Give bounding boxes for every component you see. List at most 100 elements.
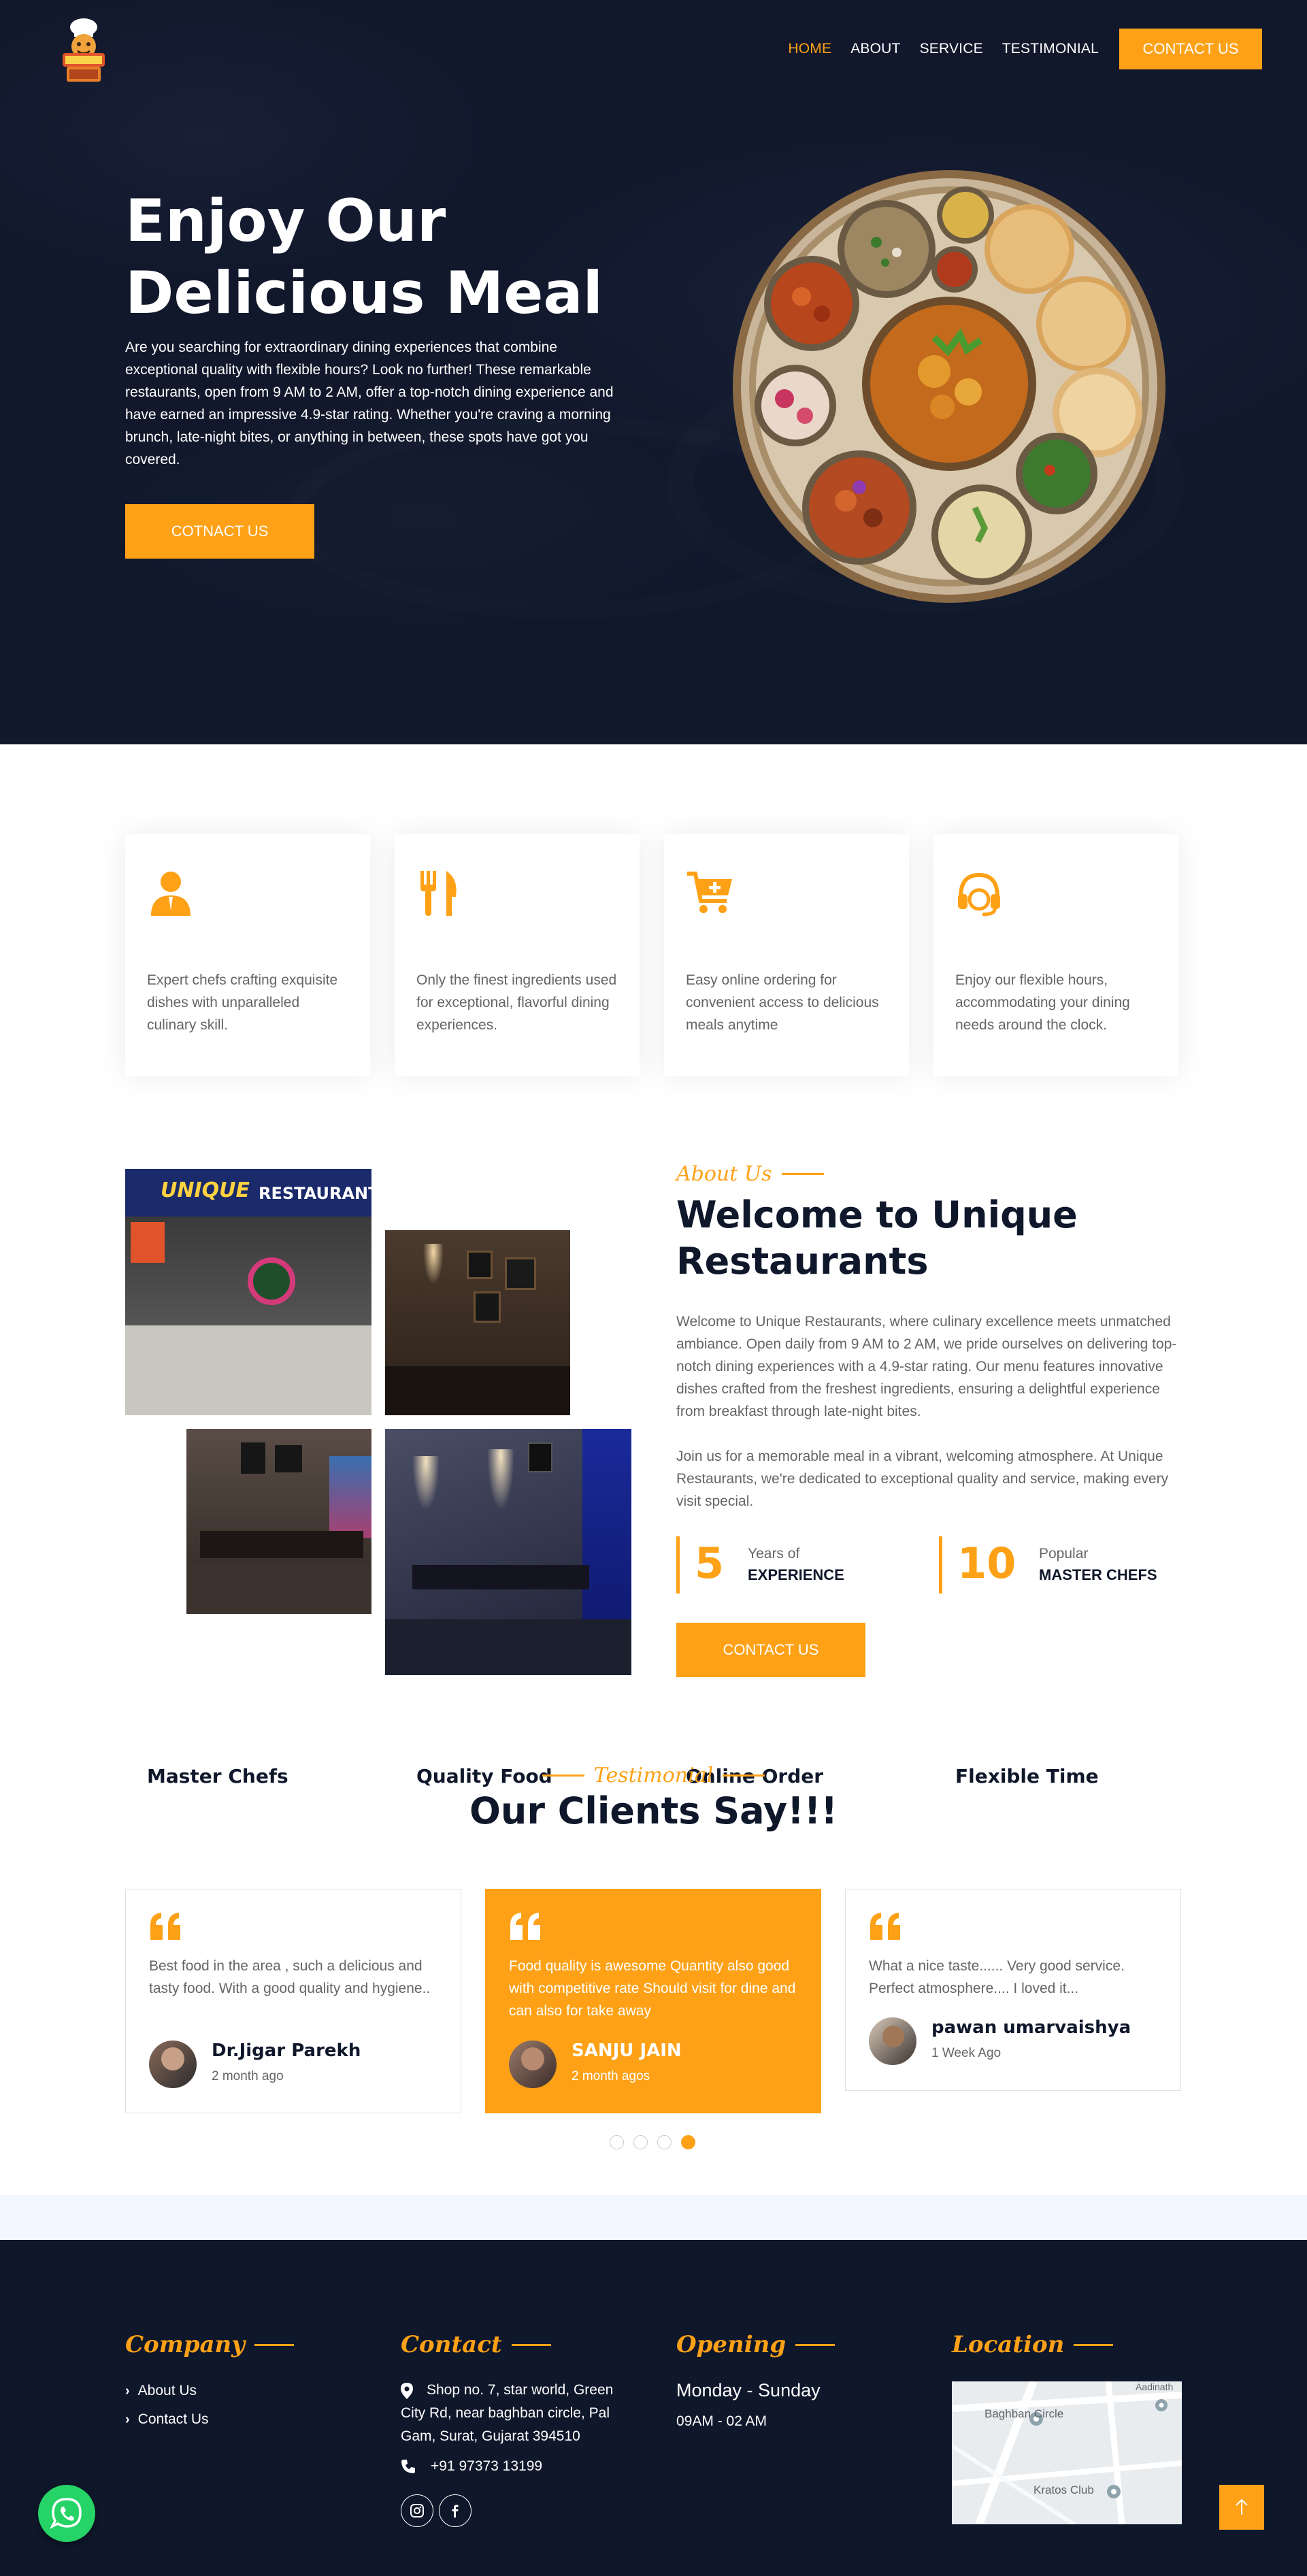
table [412, 1565, 589, 1589]
footer-opening-heading: Opening [676, 2331, 836, 2358]
heading-line [511, 2343, 551, 2346]
wreath-decoration [248, 1257, 295, 1305]
table-area [385, 1366, 570, 1415]
stat-master-chefs: 10 Popular MASTER CHEFS [939, 1536, 1191, 1594]
avatar [509, 2041, 557, 2088]
frame [505, 1257, 536, 1290]
thali-dish-image [733, 170, 1165, 603]
whatsapp-icon [50, 2498, 82, 2529]
testimonial-text: Best food in the area , such a delicious… [149, 1958, 431, 1996]
logo-board [131, 1222, 165, 1263]
subtitle-line [781, 1173, 824, 1175]
chef-icon [151, 872, 191, 916]
footer-location-heading: Location [952, 2331, 1114, 2358]
footer-address: Shop no. 7, star world, Green City Rd, n… [401, 2382, 614, 2444]
service-card-flexible-time: Flexible Time Enjoy our flexible hours, … [933, 834, 1178, 1787]
about-subtitle-text: About Us [676, 1162, 772, 1186]
quote-icon [510, 1913, 540, 1940]
cart-icon [687, 872, 732, 913]
map-label: Baghban Circle [985, 2407, 1064, 2420]
heading-line [1074, 2343, 1114, 2346]
footer-heading-text: Company [125, 2331, 245, 2358]
frame [275, 1445, 302, 1472]
carousel-dots [610, 2135, 705, 2149]
carousel-dot[interactable] [633, 2135, 648, 2149]
hero-description: Are you searching for extraordinary dini… [125, 340, 614, 467]
heading-line [795, 2343, 836, 2346]
footer-contact-heading: Contact [401, 2331, 551, 2358]
testimonial-subtitle-text: Testimonial [593, 1764, 714, 1787]
service-description: Only the finest ingredients used for exc… [416, 972, 617, 1033]
chevron-right-icon: › [125, 2383, 130, 2398]
carousel-dot[interactable] [610, 2135, 624, 2149]
service-description: Easy online ordering for convenient acce… [686, 972, 879, 1033]
restaurant-logo[interactable] [56, 12, 112, 86]
quote-icon [870, 1913, 900, 1940]
headset-icon [958, 872, 1000, 917]
subtitle-line [542, 1774, 584, 1777]
testimonial-name: SANJU JAIN [572, 2041, 682, 2061]
testimonial-subtitle: Testimonial [0, 1764, 1307, 1787]
testimonial-card: What a nice taste...... Very good servic… [845, 1889, 1181, 2091]
frame [528, 1442, 552, 1472]
service-card-master-chefs: Master Chefs Expert chefs crafting exqui… [125, 834, 370, 1787]
footer-company-heading: Company [125, 2331, 294, 2358]
frame [474, 1291, 501, 1323]
hero-title-line2: Delicious Meal [125, 259, 603, 327]
nav-service[interactable]: SERVICE [920, 41, 983, 57]
footer-top-band [0, 2195, 1307, 2240]
carousel-dot-active[interactable] [681, 2135, 695, 2149]
phone-icon [401, 2460, 415, 2473]
location-map[interactable]: Baghban Circle Kratos Club Aadinath [952, 2381, 1182, 2524]
interior-dining-photo [186, 1429, 371, 1614]
about-contact-button[interactable]: CONTACT US [676, 1623, 865, 1677]
floor [385, 1619, 631, 1675]
testimonial-text: What a nice taste...... Very good servic… [869, 1958, 1125, 1996]
arrow-up-icon [1236, 2498, 1248, 2515]
about-paragraph-1: Welcome to Unique Restaurants, where cul… [676, 1314, 1177, 1419]
hero-title-line1: Enjoy Our [125, 187, 446, 255]
footer-link-contact[interactable]: › Contact Us [125, 2411, 209, 2428]
facebook-button[interactable] [439, 2494, 471, 2527]
avatar-face [882, 2026, 904, 2047]
heading-line [254, 2343, 294, 2346]
wall-lamp-glow [412, 1456, 440, 1510]
chevron-right-icon: › [125, 2411, 130, 2427]
back-to-top-button[interactable] [1219, 2485, 1264, 2530]
table [200, 1531, 363, 1558]
facebook-icon [452, 2505, 459, 2517]
interior-blue-lights-photo [385, 1429, 631, 1675]
testimonial-text: Food quality is awesome Quantity also go… [509, 1958, 796, 2019]
nav-testimonial[interactable]: TESTIMONIAL [1002, 41, 1099, 57]
sign-text-2: RESTAURANT [259, 1184, 371, 1203]
sign-text: UNIQUE [161, 1178, 250, 1202]
hero-contact-button[interactable]: COTNACT US [125, 504, 314, 559]
nav-home[interactable]: HOME [788, 41, 831, 57]
footer-heading-text: Opening [676, 2331, 787, 2358]
map-label: Aadinath [1136, 2381, 1174, 2392]
floor [125, 1325, 371, 1415]
whatsapp-button[interactable] [38, 2485, 95, 2542]
wall-lamp-glow [423, 1244, 444, 1285]
nav-contact-button[interactable]: CONTACT US [1119, 29, 1262, 69]
main-nav: HOME ABOUT SERVICE TESTIMONIAL [769, 29, 1099, 69]
stat-label-small: Popular [1039, 1546, 1089, 1562]
testimonial-name: Dr.Jigar Parekh [212, 2041, 361, 2061]
service-card-quality-food: Quality Food Only the finest ingredients… [395, 834, 640, 1787]
nav-about[interactable]: ABOUT [850, 41, 900, 57]
carousel-dot[interactable] [657, 2135, 672, 2149]
wall-lamp-glow [487, 1449, 514, 1510]
about-title: Welcome to Unique Restaurants [676, 1193, 1078, 1283]
stat-label-big: MASTER CHEFS [1039, 1566, 1157, 1583]
restaurant-exterior-photo: UNIQUE RESTAURANT [125, 1169, 371, 1415]
footer-phone[interactable]: +91 97373 13199 [431, 2455, 542, 2478]
instagram-button[interactable] [401, 2494, 433, 2527]
floor [186, 1565, 371, 1614]
avatar [869, 2017, 916, 2065]
map-label: Kratos Club [1033, 2483, 1094, 2496]
opening-days: Monday - Sunday [676, 2380, 821, 2400]
service-description: Enjoy our flexible hours, accommodating … [955, 972, 1130, 1033]
footer-link-about[interactable]: › About Us [125, 2383, 197, 2399]
footer-heading-text: Location [952, 2331, 1065, 2358]
testimonial-time: 2 month ago [212, 2069, 284, 2083]
